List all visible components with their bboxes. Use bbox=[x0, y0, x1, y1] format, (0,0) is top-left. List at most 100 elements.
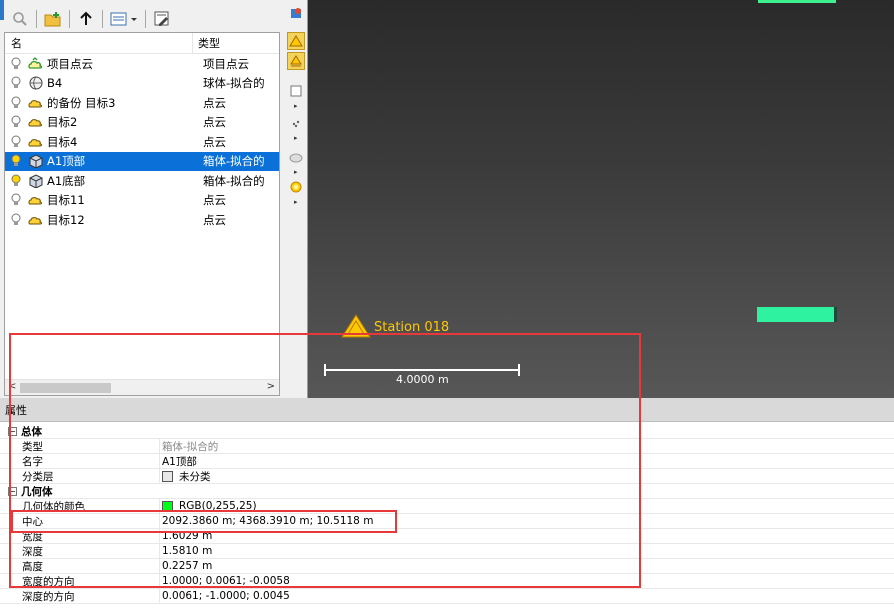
tree-row[interactable]: A1底部 箱体-拟合的 bbox=[5, 171, 279, 191]
visibility-bulb-icon[interactable] bbox=[5, 174, 27, 188]
category-label: 总体 bbox=[21, 425, 42, 438]
category-geometry[interactable]: − 几何体 bbox=[0, 484, 894, 499]
property-key: 深度 bbox=[0, 544, 160, 558]
station-label-toggle-icon[interactable] bbox=[287, 52, 305, 70]
point-cloud-icon bbox=[27, 194, 45, 206]
visibility-bulb-icon[interactable] bbox=[5, 213, 27, 227]
dropdown-arrow-icon[interactable]: ▸ bbox=[294, 198, 298, 206]
3d-viewport[interactable]: Station 018 4.0000 m bbox=[308, 0, 894, 400]
tree-row[interactable]: A1顶部 箱体-拟合的 bbox=[5, 151, 279, 171]
dropdown-arrow-icon[interactable]: ▸ bbox=[294, 168, 298, 176]
tree-item-type: 点云 bbox=[203, 115, 226, 130]
property-value-cell[interactable]: 1.0000; 0.0061; -0.0058 bbox=[160, 575, 290, 587]
points-icon[interactable] bbox=[287, 114, 305, 132]
point-cloud-icon bbox=[27, 97, 45, 109]
scroll-right-icon[interactable]: > bbox=[267, 381, 275, 392]
visibility-bulb-icon[interactable] bbox=[5, 154, 27, 168]
property-row[interactable]: 深度 1.5810 m bbox=[0, 544, 894, 559]
tree-header: 名 类型 bbox=[5, 33, 279, 54]
toolbar-separator bbox=[36, 10, 37, 28]
tree-row[interactable]: 目标4 点云 bbox=[5, 132, 279, 152]
property-value-cell[interactable]: 未分类 bbox=[160, 469, 211, 484]
property-row[interactable]: 名字 A1顶部 bbox=[0, 454, 894, 469]
property-value-cell[interactable]: RGB(0,255,25) bbox=[160, 500, 257, 512]
property-row[interactable]: 宽度的方向 1.0000; 0.0061; -0.0058 bbox=[0, 574, 894, 589]
scroll-left-icon[interactable]: < bbox=[8, 381, 16, 392]
tree-row[interactable]: 的备份 目标3 点云 bbox=[5, 93, 279, 113]
property-key: 深度的方向 bbox=[0, 589, 160, 603]
property-value: 箱体-拟合的 bbox=[162, 440, 219, 453]
scrollbar-thumb[interactable] bbox=[20, 383, 111, 393]
box-icon bbox=[27, 174, 45, 188]
tree-item-type: 点云 bbox=[203, 95, 226, 110]
scale-bar-label: 4.0000 m bbox=[396, 373, 449, 386]
geometry-rows: 几何体的颜色 RGB(0,255,25) 中心 2092.3860 m; 4368.3… bbox=[0, 499, 894, 604]
visibility-bulb-icon[interactable] bbox=[5, 115, 27, 129]
dropdown-arrow-icon[interactable]: ▸ bbox=[294, 134, 298, 142]
property-row[interactable]: 深度的方向 0.0061; -1.0000; 0.0045 bbox=[0, 589, 894, 604]
property-row[interactable]: 宽度 1.6029 m bbox=[0, 529, 894, 544]
visibility-bulb-icon[interactable] bbox=[5, 76, 27, 90]
general-rows: 类型 箱体-拟合的 名字 A1顶部 分类层 未分类 bbox=[0, 439, 894, 484]
tree-item-type: 点云 bbox=[203, 134, 226, 149]
collapse-icon[interactable]: − bbox=[8, 486, 17, 496]
tree-row[interactable]: 目标2 点云 bbox=[5, 113, 279, 133]
property-value-cell[interactable]: A1顶部 bbox=[160, 454, 197, 469]
visibility-bulb-icon[interactable] bbox=[5, 135, 27, 149]
property-value: RGB(0,255,25) bbox=[179, 500, 257, 512]
property-value-cell[interactable]: 0.2257 m bbox=[160, 560, 212, 572]
visibility-bulb-icon[interactable] bbox=[5, 57, 27, 71]
category-label: 几何体 bbox=[21, 485, 53, 498]
property-row[interactable]: 中心 2092.3860 m; 4368.3910 m; 10.5118 m bbox=[0, 514, 894, 529]
property-key: 宽度 bbox=[0, 529, 160, 543]
tree-item-name: 项目点云 bbox=[47, 56, 93, 71]
tree-rows: 项目点云 项目点云 B4 球体-拟合的 的备份 目标3 点云 目标2 点云 目标4 点云 A1顶部箱… bbox=[5, 54, 279, 230]
cloud-icon[interactable] bbox=[287, 148, 305, 166]
property-value-cell[interactable]: 1.5810 m bbox=[160, 545, 212, 557]
tree-row[interactable]: 项目点云 项目点云 bbox=[5, 54, 279, 74]
station-toggle-icon[interactable] bbox=[287, 32, 305, 50]
property-row[interactable]: 类型 箱体-拟合的 bbox=[0, 439, 894, 454]
property-row[interactable]: 几何体的颜色 RGB(0,255,25) bbox=[0, 499, 894, 514]
property-row[interactable]: 分类层 未分类 bbox=[0, 469, 894, 484]
property-row[interactable]: 高度 0.2257 m bbox=[0, 559, 894, 574]
horizontal-scrollbar[interactable]: < > bbox=[5, 379, 279, 395]
dropdown-arrow-icon[interactable]: ▸ bbox=[294, 102, 298, 110]
collapse-icon[interactable]: − bbox=[8, 426, 17, 436]
visibility-bulb-icon[interactable] bbox=[5, 96, 27, 110]
property-key: 高度 bbox=[0, 559, 160, 573]
fitted-box-object[interactable] bbox=[757, 307, 837, 322]
project-cloud-icon bbox=[27, 56, 45, 71]
tree-item-type: 点云 bbox=[203, 193, 226, 208]
box-icon bbox=[27, 154, 45, 169]
tree-item-type: 箱体-拟合的 bbox=[203, 154, 265, 169]
toolbar-separator bbox=[69, 10, 70, 28]
search-icon[interactable] bbox=[10, 9, 30, 29]
tree-item-name: B4 bbox=[47, 76, 63, 91]
white-box-icon[interactable] bbox=[287, 82, 305, 100]
tree-item-name: 目标2 bbox=[47, 115, 78, 130]
column-header-name[interactable]: 名 bbox=[5, 33, 193, 53]
view-options-dropdown-icon[interactable] bbox=[109, 9, 139, 29]
geometry-color-swatch[interactable] bbox=[162, 500, 173, 512]
light-bulb-icon[interactable] bbox=[287, 178, 305, 196]
properties-panel: 属性 − 总体 类型 箱体-拟合的 名字 A1顶部 分类层 未分类 − 几何体 几何体的颜色 R… bbox=[0, 398, 894, 608]
fitted-target-object-top[interactable] bbox=[758, 0, 836, 3]
render-mode-icon[interactable] bbox=[287, 4, 305, 22]
station-marker[interactable]: Station 018 bbox=[341, 314, 449, 341]
tree-row[interactable]: 目标12 点云 bbox=[5, 210, 279, 230]
tree-row[interactable]: B4 球体-拟合的 bbox=[5, 74, 279, 94]
property-value-cell[interactable]: 0.0061; -1.0000; 0.0045 bbox=[160, 590, 290, 602]
point-cloud-icon bbox=[27, 214, 45, 226]
property-value: 0.0061; -1.0000; 0.0045 bbox=[162, 590, 290, 602]
property-value-cell[interactable]: 箱体-拟合的 bbox=[160, 439, 218, 454]
tree-row[interactable]: 目标11 点云 bbox=[5, 191, 279, 211]
arrow-up-icon[interactable] bbox=[76, 9, 96, 29]
edit-properties-icon[interactable] bbox=[152, 9, 172, 29]
new-folder-icon[interactable] bbox=[43, 9, 63, 29]
category-general[interactable]: − 总体 bbox=[0, 424, 894, 439]
visibility-bulb-icon[interactable] bbox=[5, 193, 27, 207]
column-header-type[interactable]: 类型 bbox=[193, 35, 220, 51]
property-value-cell[interactable]: 2092.3860 m; 4368.3910 m; 10.5118 m bbox=[160, 515, 373, 527]
property-value-cell[interactable]: 1.6029 m bbox=[160, 530, 212, 542]
